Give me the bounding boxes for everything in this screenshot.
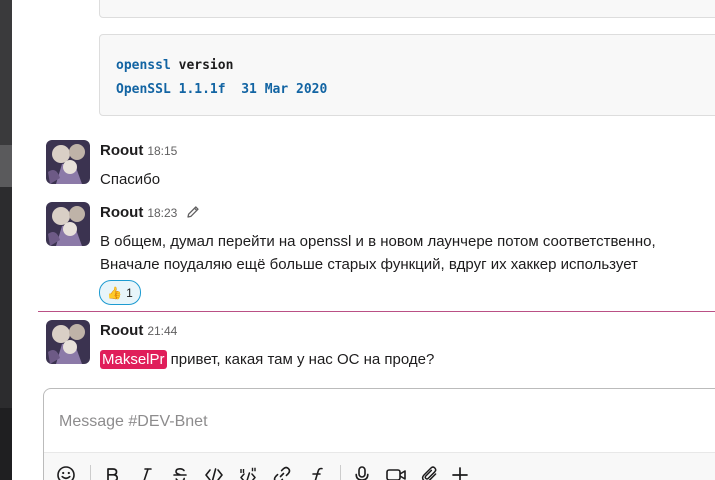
user-mention[interactable]: MakselPr: [100, 350, 167, 369]
message: Roout 21:44 MakselPr привет, какая там у …: [46, 320, 715, 370]
author-name[interactable]: Roout: [100, 142, 143, 159]
message: Roout 18:23 В общем, думал перейти на ope…: [46, 202, 715, 308]
sidebar-section: [0, 187, 12, 408]
message: Roout 18:15 Спасибо: [46, 140, 715, 188]
plus-icon[interactable]: [448, 463, 472, 480]
message-line: Спасибо: [100, 171, 161, 188]
toolbar-separator: [90, 465, 91, 480]
avatar[interactable]: [46, 140, 90, 184]
reaction-count: 1: [126, 285, 133, 300]
sidebar-section: [0, 408, 12, 480]
new-messages-divider: [38, 311, 715, 312]
code-text: version: [170, 58, 234, 73]
message-text: MakselPr привет, какая там у нас ОС на п…: [100, 348, 434, 371]
emoji-icon[interactable]: [54, 463, 78, 480]
author-name[interactable]: Roout: [100, 322, 143, 339]
italic-icon[interactable]: [134, 463, 158, 480]
shortcut-icon[interactable]: [304, 463, 328, 480]
timestamp[interactable]: 18:23: [147, 206, 177, 220]
message-text: Спасибо: [100, 168, 160, 191]
message-header: Roout 18:15: [100, 142, 177, 160]
message-composer: [43, 388, 715, 480]
message-text: В общем, думал перейти на openssl и в но…: [100, 230, 656, 276]
timestamp[interactable]: 21:44: [147, 324, 177, 338]
message-line: В общем, думал перейти на openssl и в но…: [100, 233, 656, 250]
bold-icon[interactable]: [100, 463, 124, 480]
code-block: openssl version OpenSSL 1.1.1f 31 Mar 20…: [99, 34, 715, 116]
left-sidebar-edge: [0, 0, 12, 480]
code-block-icon[interactable]: [236, 463, 260, 480]
reaction-thumbs-up[interactable]: 👍 1: [99, 280, 141, 305]
message-input[interactable]: [59, 413, 659, 431]
author-name[interactable]: Roout: [100, 204, 143, 221]
mic-icon[interactable]: [350, 463, 374, 480]
message-line: привет, какая там у нас ОС на проде?: [166, 351, 435, 368]
code-icon[interactable]: [202, 463, 226, 480]
link-icon[interactable]: [270, 463, 294, 480]
toolbar-separator: [340, 465, 341, 480]
thumbs-up-emoji: 👍: [107, 285, 123, 300]
code-line: OpenSSL 1.1.1f 31 Mar 2020: [116, 82, 328, 97]
attach-icon[interactable]: [418, 463, 442, 480]
sidebar-section: [0, 0, 12, 145]
code-line: openssl version: [116, 54, 712, 78]
previous-code-block: [99, 0, 715, 18]
message-header: Roout 18:23: [100, 204, 200, 224]
pencil-icon: [186, 205, 200, 224]
formatting-toolbar: [44, 452, 715, 480]
avatar[interactable]: [46, 320, 90, 364]
message-header: Roout 21:44: [100, 322, 177, 340]
timestamp[interactable]: 18:15: [147, 144, 177, 158]
video-icon[interactable]: [384, 463, 408, 480]
code-keyword: openssl: [116, 58, 171, 73]
message-line: Вначале поудаляю ещё больше старых функц…: [100, 256, 638, 273]
sidebar-selected-item[interactable]: [0, 145, 12, 187]
avatar[interactable]: [46, 202, 90, 246]
strikethrough-icon[interactable]: [168, 463, 192, 480]
